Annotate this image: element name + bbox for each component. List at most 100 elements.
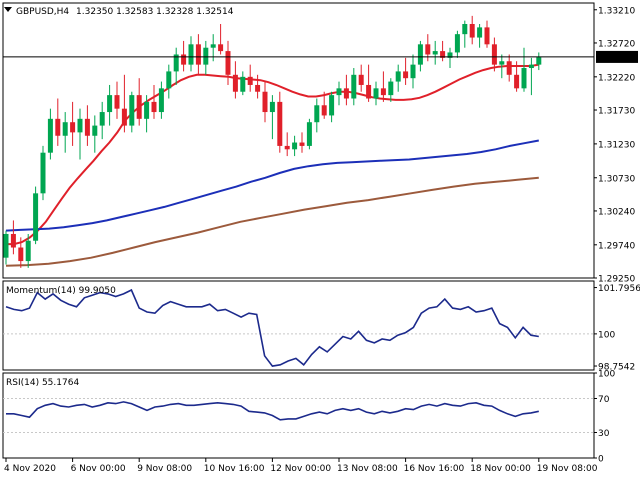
time-axis-label: 13 Nov 08:00	[337, 464, 398, 474]
candle-body	[269, 101, 275, 113]
candle	[62, 112, 68, 153]
candle-body	[225, 51, 231, 75]
candle-body	[25, 240, 31, 262]
rsi-line	[6, 401, 539, 421]
candle	[521, 47, 527, 92]
candle-body	[158, 88, 164, 113]
candle-body	[299, 142, 305, 146]
candle-body	[62, 122, 68, 136]
candle-body	[262, 91, 268, 113]
candle	[262, 81, 268, 123]
rsi-axis-tick-label: 0	[598, 455, 604, 465]
candle-body	[292, 142, 298, 150]
candle-body	[417, 44, 423, 65]
time-axis-label: 16 Nov 16:00	[404, 464, 465, 474]
candle	[92, 115, 98, 153]
candle	[329, 91, 335, 123]
candle	[255, 74, 261, 99]
momentum-line	[5, 288, 539, 367]
rsi-axis-tick-label: 100	[598, 370, 615, 380]
price-axis-tick-label: 1.33210	[598, 6, 635, 16]
candle-body	[380, 88, 386, 96]
time-axis-label: 18 Nov 00:00	[470, 464, 531, 474]
candle-body	[247, 76, 253, 85]
candle-body	[33, 193, 39, 241]
rsi-panel-frame	[2, 372, 595, 459]
candle	[366, 64, 372, 102]
price-axis-tick-label: 1.29740	[598, 241, 635, 251]
candle-body	[195, 44, 201, 65]
candle	[536, 52, 542, 71]
panel-frames	[2, 2, 595, 459]
current-price-label: 1.32514	[599, 53, 636, 63]
candle	[343, 74, 349, 106]
momentum-title: Momentum(14) 99.9050	[6, 286, 116, 296]
candle	[188, 36, 194, 72]
candle	[314, 98, 320, 133]
candle	[84, 105, 90, 146]
price-axis-tick-label: 1.30730	[598, 174, 635, 184]
candle-body	[536, 57, 542, 65]
candle	[506, 54, 512, 82]
chart-header[interactable]: GBPUSD,H4 1.32350 1.32583 1.32328 1.3251…	[4, 7, 234, 17]
momentum-axis-tick-label: 100	[598, 330, 615, 340]
candle	[410, 54, 416, 89]
candle-body	[277, 101, 283, 146]
candle-body	[188, 44, 194, 65]
candle-body	[499, 61, 505, 65]
candle	[284, 132, 290, 157]
candle	[306, 118, 312, 150]
ma-slow-line	[5, 176, 539, 267]
candle	[225, 40, 231, 85]
candle-body	[343, 88, 349, 99]
candle-body	[18, 247, 24, 262]
candle-body	[306, 122, 312, 146]
candle	[432, 40, 438, 65]
axis-labels: 1.33210 1.32720 1.32220 1.31730 1.31230 1.307…	[4, 6, 640, 474]
candle-body	[84, 118, 90, 136]
candle	[203, 40, 209, 75]
price-axis-tick-label: 1.31230	[598, 140, 635, 150]
price-axis-tick-label: 1.32720	[598, 39, 635, 49]
candle	[380, 71, 386, 102]
candle	[3, 230, 9, 265]
triangle-down-icon[interactable]	[4, 7, 12, 12]
candle	[462, 20, 468, 48]
candle-body	[40, 152, 46, 194]
candle-body	[366, 84, 372, 99]
candle-body	[388, 81, 394, 96]
candle-body	[521, 68, 527, 89]
ohlc-label: 1.32350 1.32583 1.32328 1.32514	[76, 7, 234, 17]
candle	[351, 68, 357, 106]
candle-body	[210, 44, 216, 48]
candle	[277, 91, 283, 153]
candle-body	[240, 76, 246, 92]
candle-body	[321, 105, 327, 116]
candle-body	[336, 88, 342, 96]
time-axis-label: 6 Nov 00:00	[71, 464, 126, 474]
candle-body	[77, 118, 83, 133]
candle-body	[136, 95, 142, 119]
candle-body	[314, 105, 320, 123]
candle-body	[232, 74, 238, 92]
candle	[247, 64, 253, 92]
candle	[232, 61, 238, 99]
current-price-line: 1.32514	[3, 50, 638, 63]
candle	[70, 101, 76, 146]
candle-body	[114, 95, 120, 109]
time-axis-label: 19 Nov 08:00	[537, 464, 598, 474]
candle	[33, 186, 39, 245]
candle	[373, 81, 379, 106]
candle-body	[462, 23, 468, 35]
candle	[269, 95, 275, 140]
candle-body	[432, 51, 438, 55]
candle-body	[528, 64, 534, 69]
candle	[151, 84, 157, 119]
candle	[136, 78, 142, 126]
candle-body	[181, 54, 187, 65]
candle	[158, 81, 164, 119]
candle	[173, 47, 179, 85]
candle-body	[99, 112, 105, 126]
candle	[77, 108, 83, 160]
rsi-line	[6, 401, 539, 421]
